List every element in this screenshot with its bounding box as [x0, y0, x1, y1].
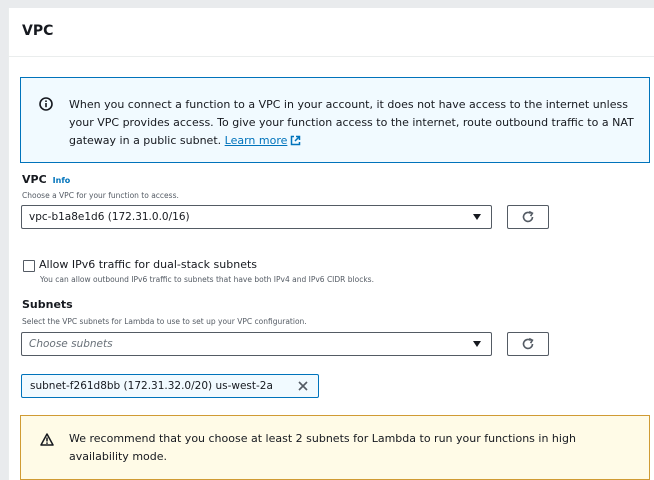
- panel-header: VPC: [9, 8, 654, 57]
- close-icon[interactable]: [296, 379, 310, 393]
- vpc-refresh-button[interactable]: [507, 205, 549, 229]
- learn-more-label: Learn more: [224, 134, 288, 147]
- vpc-label-text: VPC: [22, 173, 47, 186]
- refresh-icon: [522, 210, 534, 223]
- subnets-select-placeholder: Choose subnets: [29, 338, 113, 350]
- external-link-icon: [291, 135, 301, 146]
- info-icon: [39, 97, 53, 111]
- caret-down-icon: [473, 214, 481, 220]
- learn-more-link[interactable]: Learn more: [225, 134, 302, 147]
- info-alert-message: When you connect a function to a VPC in …: [69, 98, 634, 147]
- warning-alert: We recommend that you choose at least 2 …: [20, 415, 650, 480]
- vpc-panel: VPC When you connect a function to a VPC…: [8, 8, 654, 480]
- subnets-description: Select the VPC subnets for Lambda to use…: [22, 317, 307, 326]
- ipv6-description: You can allow outbound IPv6 traffic to s…: [40, 275, 374, 284]
- vpc-description: Choose a VPC for your function to access…: [22, 191, 179, 200]
- warning-alert-text: We recommend that you choose at least 2 …: [69, 432, 576, 463]
- subnet-token-label: subnet-f261d8bb (172.31.32.0/20) us-west…: [30, 380, 273, 392]
- info-alert-text: When you connect a function to a VPC in …: [69, 96, 644, 150]
- ipv6-checkbox-label[interactable]: Allow IPv6 traffic for dual-stack subnet…: [39, 258, 257, 271]
- subnets-refresh-button[interactable]: [507, 332, 549, 356]
- vpc-select[interactable]: vpc-b1a8e1d6 (172.31.0.0/16): [21, 205, 492, 229]
- subnets-select[interactable]: Choose subnets: [21, 332, 492, 356]
- info-alert: When you connect a function to a VPC in …: [20, 77, 650, 163]
- warning-icon: [40, 433, 54, 446]
- vpc-select-value: vpc-b1a8e1d6 (172.31.0.0/16): [29, 211, 190, 223]
- vpc-label: VPC Info: [22, 173, 70, 186]
- section-title: VPC: [22, 23, 54, 39]
- caret-down-icon: [473, 341, 481, 347]
- vpc-info-link[interactable]: Info: [53, 176, 71, 185]
- subnet-token: subnet-f261d8bb (172.31.32.0/20) us-west…: [21, 374, 319, 398]
- ipv6-checkbox[interactable]: [23, 260, 35, 272]
- refresh-icon: [522, 337, 534, 350]
- subnets-label: Subnets: [22, 298, 73, 311]
